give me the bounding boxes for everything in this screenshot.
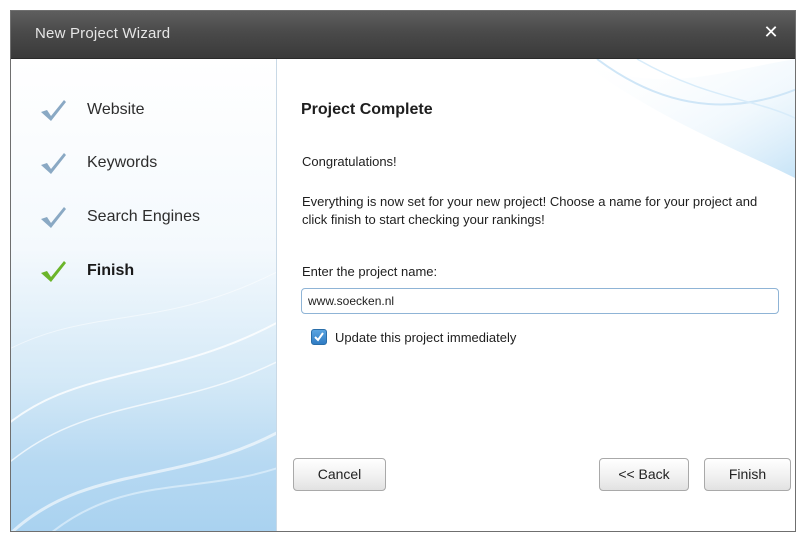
step-search-engines: Search Engines <box>39 202 200 232</box>
step-finish: Finish <box>39 256 134 286</box>
congratulations-text: Congratulations! <box>302 154 397 169</box>
update-immediately-label: Update this project immediately <box>335 329 517 345</box>
description-text: Everything is now set for your new proje… <box>302 194 758 227</box>
check-icon <box>41 100 66 121</box>
wizard-window: New Project Wizard ✕ Website Keywords Se… <box>10 10 796 532</box>
project-name-input[interactable] <box>301 288 779 314</box>
step-website: Website <box>39 95 145 125</box>
check-icon <box>41 261 66 282</box>
project-name-label: Enter the project name: <box>302 264 438 279</box>
title-bar: New Project Wizard ✕ <box>11 11 795 59</box>
update-immediately-option[interactable]: Update this project immediately <box>311 329 516 345</box>
cancel-button[interactable]: Cancel <box>293 458 386 491</box>
checkmark-icon <box>314 332 324 342</box>
check-icon <box>41 207 66 228</box>
step-keywords: Keywords <box>39 148 157 178</box>
back-button[interactable]: << Back <box>599 458 689 491</box>
wizard-steps-sidebar: Website Keywords Search Engines Finish <box>11 59 277 531</box>
check-icon <box>41 153 66 174</box>
page-title: Project Complete <box>301 101 433 118</box>
window-title: New Project Wizard <box>35 25 171 42</box>
close-icon[interactable]: ✕ <box>759 21 783 45</box>
sidebar-background-swoosh <box>11 271 276 531</box>
step-label: Finish <box>87 262 135 279</box>
finish-button[interactable]: Finish <box>704 458 791 491</box>
update-immediately-checkbox[interactable] <box>311 329 327 345</box>
step-label: Keywords <box>87 154 158 171</box>
step-label: Search Engines <box>87 208 200 225</box>
step-label: Website <box>87 101 145 118</box>
